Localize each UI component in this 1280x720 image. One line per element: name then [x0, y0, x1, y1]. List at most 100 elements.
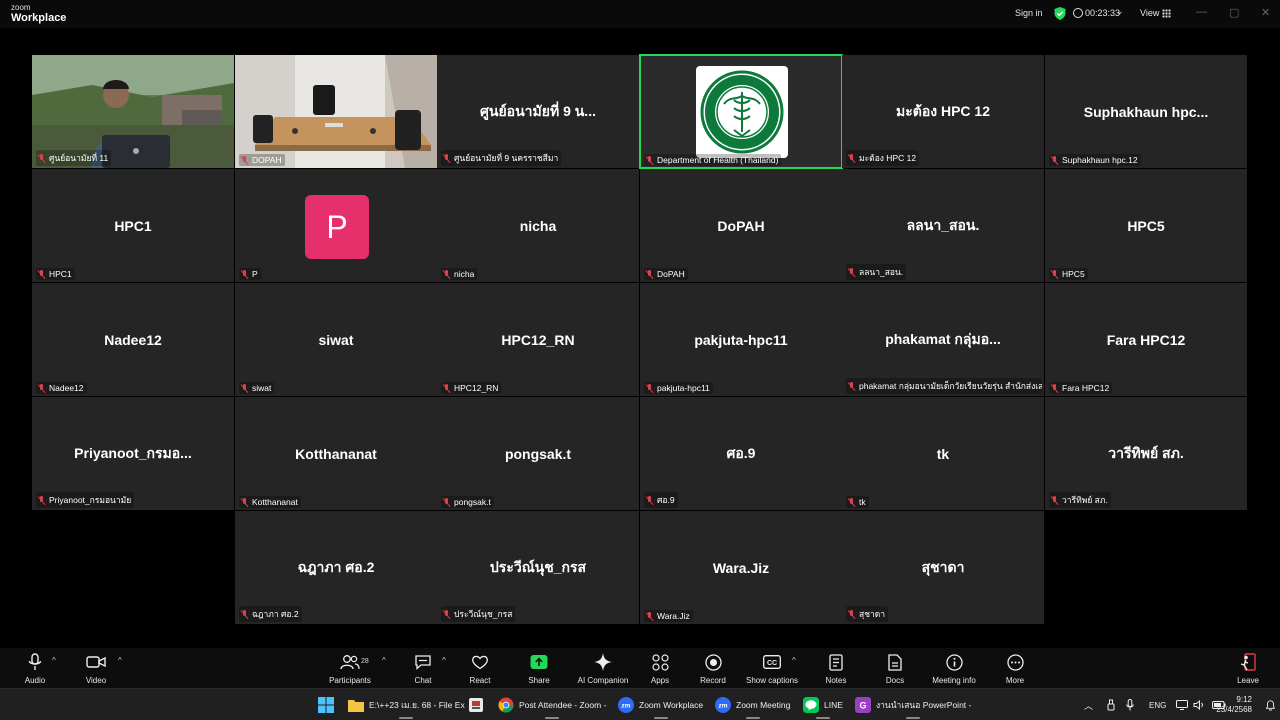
taskbar-app-icon[interactable]	[468, 689, 484, 720]
encryption-shield-icon[interactable]	[1054, 7, 1066, 20]
ai-companion-button[interactable]: AI Companion	[573, 652, 633, 685]
taskbar-line-label: LINE	[824, 700, 843, 710]
taskbar-powerpoint-label: งานนำเสนอ PowerPoint -	[876, 700, 972, 710]
participant-name-label: Nadee12	[36, 382, 87, 394]
chat-icon	[415, 655, 431, 670]
apps-button[interactable]: Apps	[630, 652, 690, 685]
tray-usb-icon[interactable]	[1106, 689, 1116, 720]
muted-microphone-icon	[847, 609, 856, 619]
folder-icon	[348, 699, 364, 712]
participant-avatar: P	[305, 195, 369, 259]
captions-options-caret[interactable]: ^	[792, 656, 796, 665]
video-button[interactable]: Video	[66, 652, 126, 685]
participant-name: Wara.Jiz	[657, 611, 690, 621]
zoom-icon: zm	[618, 697, 634, 713]
participant-tile[interactable]: nicha nicha	[437, 169, 639, 282]
participant-display-name: pakjuta-hpc11	[694, 331, 788, 348]
participant-tile[interactable]: ศอ.9 ศอ.9	[640, 397, 842, 510]
muted-microphone-icon	[240, 383, 249, 393]
language-indicator[interactable]: ENG	[1149, 689, 1166, 720]
chevron-down-icon[interactable]: ⌄	[1116, 6, 1124, 17]
participant-tile[interactable]: มะต้อง HPC 12 มะต้อง HPC 12	[842, 55, 1044, 168]
notes-icon	[829, 653, 843, 671]
start-button[interactable]	[318, 689, 334, 720]
system-clock[interactable]: 9:12 23/4/2568	[1216, 695, 1252, 715]
participant-name: phakamat กลุ่มอนามัยเด็กวัยเรียนวัยรุ่น …	[859, 381, 1042, 391]
participant-tile[interactable]: tk tk	[842, 397, 1044, 510]
close-icon[interactable]: ✕	[1261, 6, 1270, 19]
participant-tile[interactable]: pongsak.t pongsak.t	[437, 397, 639, 510]
video-options-caret[interactable]: ^	[118, 656, 122, 665]
meeting-info-button[interactable]: Meeting info	[924, 652, 984, 685]
participant-tile[interactable]: Nadee12 Nadee12	[32, 283, 234, 396]
participant-tile[interactable]: วารีทิพย์ สภ. วารีทิพย์ สภ.	[1045, 397, 1247, 510]
taskbar-zoom-meeting-label: Zoom Meeting	[736, 700, 791, 710]
tray-network-icon[interactable]	[1176, 689, 1188, 720]
participant-tile[interactable]: HPC1 HPC1	[32, 169, 234, 282]
gallery-grid-icon[interactable]	[1162, 9, 1171, 18]
audio-options-caret[interactable]: ^	[52, 656, 56, 665]
participant-tile[interactable]: MINISTRY OF PUBLIC HEALTHDepartment of H…	[639, 54, 843, 169]
react-button[interactable]: React	[450, 652, 510, 685]
participant-tile[interactable]: Kotthananat Kotthananat	[235, 397, 437, 510]
muted-microphone-icon	[240, 609, 249, 619]
view-button[interactable]: View	[1140, 8, 1159, 18]
minimize-icon[interactable]: —	[1196, 6, 1207, 18]
notes-button[interactable]: Notes	[806, 652, 866, 685]
more-button[interactable]: More	[985, 652, 1045, 685]
participant-tile[interactable]: ศูนย์อนามัยที่ 9 น... ศูนย์อนามัยที่ 9 นค…	[437, 55, 639, 168]
maximize-icon[interactable]: ▢	[1229, 6, 1239, 19]
participant-tile[interactable]: HPC5 HPC5	[1045, 169, 1247, 282]
taskbar-powerpoint[interactable]: G งานนำเสนอ PowerPoint -	[855, 689, 971, 720]
participant-tile[interactable]: PP	[235, 169, 437, 282]
line-app-icon	[803, 697, 819, 713]
share-button[interactable]: Share	[509, 652, 569, 685]
chat-options-caret[interactable]: ^	[442, 656, 446, 665]
audio-button[interactable]: Audio	[5, 652, 65, 685]
participant-name: HPC12_RN	[454, 383, 499, 393]
participant-tile[interactable]: DoPAH DoPAH	[640, 169, 842, 282]
participants-button[interactable]: Participants	[320, 652, 380, 685]
participant-name: สุชาดา	[859, 609, 886, 619]
participant-name: ลลนา_สอน.	[859, 267, 904, 277]
muted-microphone-icon	[442, 269, 451, 279]
notification-bell-icon[interactable]	[1266, 689, 1275, 720]
taskbar-line[interactable]: LINE	[803, 689, 843, 720]
participant-name-label: สุชาดา	[846, 606, 889, 622]
participant-name: มะต้อง HPC 12	[859, 153, 917, 163]
participant-tile[interactable]: ประวีณ์นุช_กรส ประวีณ์นุช_กรส	[437, 511, 639, 624]
muted-microphone-icon	[1050, 155, 1059, 165]
docs-button[interactable]: Docs	[865, 652, 925, 685]
leave-button[interactable]: Leave	[1218, 652, 1278, 685]
participant-tile[interactable]: ฉฎาภา ศอ.2 ฉฎาภา ศอ.2	[235, 511, 437, 624]
participant-display-name: tk	[936, 445, 950, 462]
taskbar-file-explorer[interactable]: E:\++23 เม.ย. 68 - File Ex	[348, 689, 465, 720]
participant-tile[interactable]: สุชาดา สุชาดา	[842, 511, 1044, 624]
participant-name-label: phakamat กลุ่มอนามัยเด็กวัยเรียนวัยรุ่น …	[846, 378, 1042, 394]
tray-volume-icon[interactable]	[1193, 689, 1205, 720]
tray-microphone-icon[interactable]	[1126, 689, 1134, 720]
participant-tile[interactable]: ศูนย์อนามัยที่ 11	[32, 55, 234, 168]
app-window-icon: G	[855, 697, 871, 713]
participant-tile[interactable]: ลลนา_สอน. ลลนา_สอน.	[842, 169, 1044, 282]
record-button[interactable]: Record	[683, 652, 743, 685]
participants-options-caret[interactable]: ^	[382, 656, 386, 665]
participant-tile[interactable]: Wara.Jiz Wara.Jiz	[640, 511, 842, 624]
meeting-timer[interactable]: 00:23:33	[1085, 8, 1120, 18]
sign-in-link[interactable]: Sign in	[1015, 8, 1043, 18]
taskbar-zoom-meeting[interactable]: zm Zoom Meeting	[715, 689, 790, 720]
taskbar-chrome[interactable]: Post Attendee - Zoom -	[498, 689, 606, 720]
participant-name: DoPAH	[657, 269, 685, 279]
muted-microphone-icon	[1050, 269, 1059, 279]
participant-tile[interactable]: Priyanoot_กรมอ... Priyanoot_กรมอนามัย	[32, 397, 234, 510]
participant-tile[interactable]: siwat siwat	[235, 283, 437, 396]
taskbar-zoom-workplace[interactable]: zm Zoom Workplace	[618, 689, 703, 720]
participant-tile[interactable]: HPC12_RN HPC12_RN	[437, 283, 639, 396]
tray-overflow-chevron-icon[interactable]: ︿	[1084, 689, 1093, 720]
participant-tile[interactable]: phakamat กลุ่มอ... phakamat กลุ่มอนามัยเด…	[842, 283, 1044, 396]
participant-tile[interactable]: DOPAH	[235, 55, 437, 168]
participant-tile[interactable]: pakjuta-hpc11 pakjuta-hpc11	[640, 283, 842, 396]
participant-tile[interactable]: Suphakhaun hpc... Suphakhaun hpc.12	[1045, 55, 1247, 168]
participant-tile[interactable]: Fara HPC12 Fara HPC12	[1045, 283, 1247, 396]
muted-microphone-icon	[847, 153, 856, 163]
